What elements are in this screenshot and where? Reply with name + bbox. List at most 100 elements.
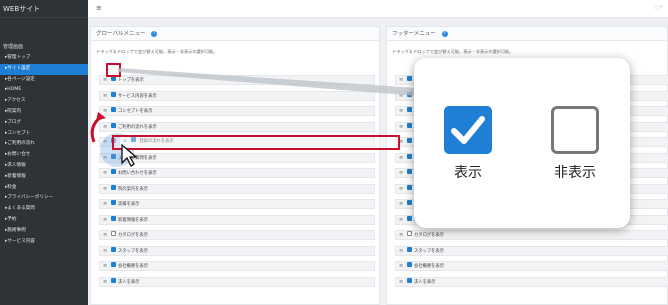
checkmark-icon [451, 116, 485, 144]
checkbox-unchecked-large [551, 106, 599, 154]
sidebar-item[interactable]: ▸ブログ [0, 118, 88, 129]
hamburger-menu-icon[interactable]: ≡ [96, 4, 102, 12]
global-menu-title: グローバルメニュー [96, 31, 146, 37]
footer-menu-description: ドラッグ＆ドロップで並び替え可能。表示・非表示の選択可能。 [392, 49, 514, 54]
drag-handle-icon[interactable]: ≣ [399, 278, 404, 286]
checkbox-checked[interactable] [111, 215, 116, 221]
menu-row-label: 実績を表示 [118, 202, 140, 207]
drag-handle-icon[interactable]: ≣ [103, 76, 108, 84]
menu-row-label: カタログを表示 [118, 233, 149, 238]
menu-row[interactable]: ≣ 新着情報を表示 [99, 214, 375, 225]
menu-row-label: カタログを表示 [414, 233, 445, 238]
sidebar-item[interactable]: ▸サービス内容 [0, 237, 88, 248]
checkbox-checked[interactable] [111, 262, 116, 267]
checkbox-checked[interactable] [111, 169, 116, 174]
sidebar-item[interactable]: ▸各ページ設定 [0, 75, 88, 86]
checkbox-checked[interactable] [407, 200, 412, 205]
checkbox-checked[interactable] [407, 122, 412, 128]
drag-handle-icon[interactable]: ≣ [103, 185, 108, 193]
menu-row[interactable]: ≣ 求人を表示 [395, 276, 668, 287]
drag-handle-icon[interactable]: ≣ [399, 231, 404, 239]
menu-row[interactable]: ≣ よくある質問を表示 [99, 152, 375, 163]
checkbox-checked[interactable] [111, 184, 116, 190]
menu-row-label: 新着情報を表示 [118, 217, 149, 223]
checkbox-checked[interactable] [407, 277, 412, 283]
sidebar-item[interactable]: ▸施術事例 [0, 226, 88, 237]
menu-row[interactable]: ≣ ご利用の流れを表示 [99, 121, 375, 132]
checkbox-checked[interactable] [111, 277, 116, 283]
menu-row[interactable]: ≣ 会社概要を表示 [99, 261, 375, 271]
drag-handle-icon[interactable]: ≣ [103, 216, 108, 224]
window-controls[interactable]: ▢ ━ [655, 4, 662, 9]
checkbox-unchecked[interactable] [407, 231, 412, 236]
drag-handle-icon[interactable]: ≣ [399, 169, 404, 177]
menu-row[interactable]: ≣ カタログを表示 [99, 230, 375, 240]
checkbox-checked[interactable] [111, 91, 116, 97]
drag-handle-icon[interactable]: ≣ [399, 185, 404, 193]
menu-row[interactable]: ≣ カタログを表示 [395, 230, 668, 240]
checkbox-checked[interactable] [111, 107, 116, 112]
sidebar-item[interactable]: ▸アクセス [0, 96, 88, 107]
drag-handle-icon[interactable]: ≣ [399, 216, 404, 224]
checkbox-checked[interactable] [407, 107, 412, 112]
drag-handle-icon[interactable]: ≣ [399, 247, 404, 255]
menu-row-label: ご利用の流れを表示 [118, 124, 157, 130]
sidebar-item[interactable]: ▸新着情報 [0, 172, 88, 183]
drag-handle-icon[interactable]: ≣ [103, 262, 108, 270]
menu-row-label: スタッフを表示 [414, 248, 445, 254]
sidebar-item[interactable]: ▸HOME [0, 85, 88, 96]
checkbox-checked[interactable] [407, 262, 412, 267]
drag-handle-icon[interactable]: ≣ [103, 169, 108, 177]
sidebar-item[interactable]: ▸プライバシーポリシー [0, 193, 88, 204]
checkbox-checked[interactable] [407, 153, 412, 159]
drag-handle-icon[interactable]: ≣ [103, 278, 108, 286]
drag-handle-icon[interactable]: ≣ [399, 154, 404, 162]
sidebar-item[interactable]: ▸お問い合せ [0, 150, 88, 161]
footer-menu-header: フッターメニュー ? [387, 27, 667, 41]
sidebar-item[interactable]: ▸コンセプト [0, 129, 88, 140]
help-icon[interactable]: ? [151, 30, 158, 37]
sidebar-item[interactable]: ▸管理トップ [0, 53, 88, 64]
drag-row-highlight [112, 135, 400, 150]
menu-row[interactable]: ≣ 会社概要を表示 [395, 261, 668, 271]
checkbox-checked[interactable] [111, 246, 116, 252]
checkbox-checked[interactable] [407, 138, 412, 143]
checkbox-checked[interactable] [407, 169, 412, 174]
drag-handle-icon[interactable]: ≣ [103, 231, 108, 239]
sidebar-nav: ▸管理トップ ▸サイト設定 ▸各ページ設定 ▸HOME ▸アクセス ▸院案内 ▸ブログ ▸コン… [0, 53, 88, 247]
drag-handle-icon[interactable]: ≣ [399, 123, 404, 131]
sidebar-item[interactable]: ▸求人情報 [0, 161, 88, 172]
menu-row[interactable]: ≣ 実績を表示 [99, 199, 375, 209]
menu-row[interactable]: ≣ 求人を表示 [99, 276, 375, 287]
checkbox-checked-large [444, 106, 492, 154]
checkbox-unchecked[interactable] [111, 231, 116, 236]
sidebar-item[interactable]: ▸料金 [0, 183, 88, 194]
global-menu-header: グローバルメニュー ? [91, 27, 379, 41]
help-icon[interactable]: ? [441, 30, 448, 37]
menu-row[interactable]: ≣ スタッフを表示 [99, 245, 375, 256]
checkbox-checked[interactable] [407, 246, 412, 252]
drag-handle-icon[interactable]: ≣ [103, 92, 108, 100]
global-menu-description: ドラッグ＆ドロップで並び替え可能。表示・非表示の選択可能。 [96, 49, 218, 54]
sidebar: WEBサイト 管理画面 ▸管理トップ ▸サイト設定 ▸各ページ設定 ▸HOME ▸アクセ… [0, 0, 88, 305]
drag-handle-icon[interactable]: ≣ [399, 262, 404, 270]
checkbox-checked[interactable] [111, 122, 116, 128]
sidebar-item[interactable]: ▸ご利用の流れ [0, 139, 88, 150]
drag-handle-icon[interactable]: ≣ [103, 200, 108, 208]
sidebar-item[interactable]: ▸院案内 [0, 107, 88, 118]
menu-row[interactable]: ≣ お問い合わせを表示 [99, 168, 375, 178]
sidebar-item[interactable]: ▸サイト設定 [0, 63, 88, 75]
checkbox-checked[interactable] [407, 184, 412, 190]
menu-row[interactable]: ≣ 院の案内を表示 [99, 183, 375, 194]
drag-handle-icon[interactable]: ≣ [399, 107, 404, 115]
checkbox-checked[interactable] [111, 200, 116, 205]
menu-row[interactable]: ≣ コンセプトを表示 [99, 106, 375, 116]
drag-handle-icon[interactable]: ≣ [399, 200, 404, 208]
menu-row[interactable]: ≣ スタッフを表示 [395, 245, 668, 256]
menu-row-label: コンセプトを表示 [118, 109, 153, 114]
checkbox-checked[interactable] [407, 215, 412, 221]
sidebar-item[interactable]: ▸よくある質問 [0, 204, 88, 215]
drag-handle-icon[interactable]: ≣ [103, 247, 108, 255]
zoom-connector [118, 68, 418, 96]
sidebar-item[interactable]: ▸予約 [0, 215, 88, 226]
